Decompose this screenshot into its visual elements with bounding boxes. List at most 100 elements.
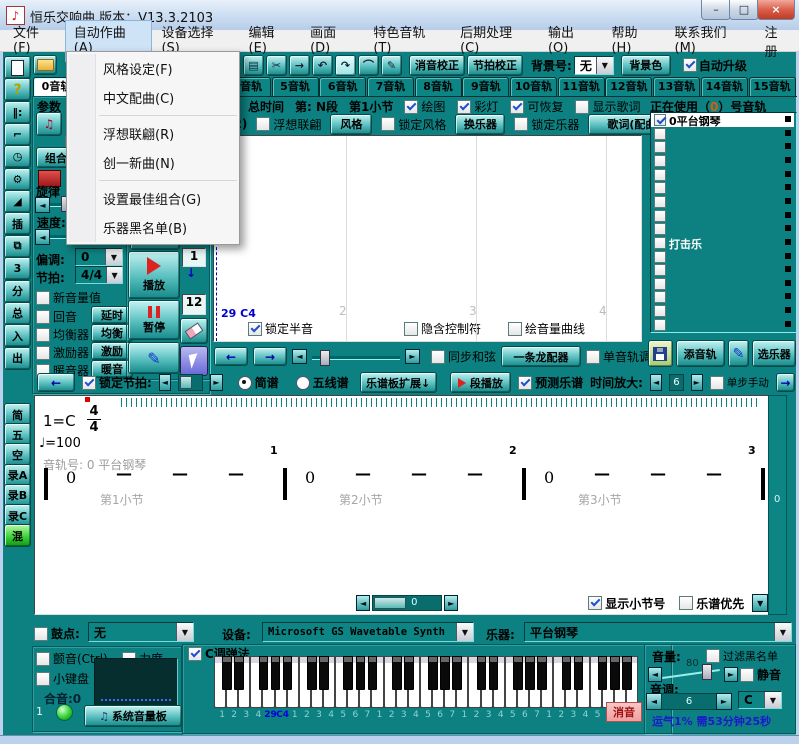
check-回音[interactable]: 回音 xyxy=(36,308,77,325)
note-grid[interactable]: 29 C4 锁定半音隐含控制符绘音量曲线 234 xyxy=(213,135,642,342)
single-step-checkbox[interactable]: 单步手动 xyxy=(710,375,769,390)
instrument-select[interactable]: 平台钢琴▼ xyxy=(524,622,792,642)
piano-black-key[interactable] xyxy=(440,656,450,690)
track-tab-10[interactable]: 10音轨 xyxy=(510,77,557,96)
corner-icon[interactable]: ⌐ xyxy=(4,123,31,146)
track-row-14[interactable] xyxy=(651,304,794,318)
chevron-down-icon[interactable]: ▼ xyxy=(596,57,613,74)
next-button[interactable]: → xyxy=(776,373,795,392)
scroll-left-button[interactable]: ← xyxy=(214,347,248,366)
cut-icon[interactable]: ✂ xyxy=(266,55,287,76)
float-fancy-checkbox[interactable]: 浮想联翩 xyxy=(256,116,321,133)
select-instrument-button[interactable]: 选乐器 xyxy=(752,340,796,367)
add-track-button[interactable]: 添音轨 xyxy=(676,340,725,367)
track-tab-7[interactable]: 7音轨 xyxy=(367,77,414,96)
redo-icon[interactable]: ↷ xyxy=(335,55,356,76)
volume-slider-thumb[interactable] xyxy=(702,664,712,680)
checkbox[interactable] xyxy=(575,100,589,114)
track-checkbox[interactable] xyxy=(654,210,666,222)
track-tab-15[interactable]: 15音轨 xyxy=(749,77,796,96)
score-priority-checkbox[interactable]: 乐谱优先 xyxy=(679,595,744,612)
piano-black-key[interactable] xyxy=(622,656,632,690)
insert-button[interactable]: 插 xyxy=(4,212,31,235)
open-folder-icon[interactable] xyxy=(33,55,57,75)
track-row-3[interactable] xyxy=(651,154,794,168)
piano-black-key[interactable] xyxy=(259,656,269,690)
sync-chord-checkbox[interactable]: 同步和弦 xyxy=(431,348,496,365)
track-checkbox[interactable] xyxy=(654,128,666,140)
pause-button[interactable]: 暂停 xyxy=(128,300,180,340)
volume-slider-right[interactable]: ► xyxy=(724,667,738,682)
chevron-down-icon[interactable]: ▼ xyxy=(176,623,193,641)
track-checkbox[interactable] xyxy=(654,278,666,290)
hslider-track[interactable] xyxy=(312,350,400,364)
segment-play-button[interactable]: 段播放 xyxy=(450,372,511,393)
playhead-marker[interactable] xyxy=(85,397,90,402)
piano-black-key[interactable] xyxy=(610,656,620,690)
track-row-0[interactable]: 0平台钢琴 xyxy=(651,113,794,127)
checkbox[interactable] xyxy=(248,322,262,336)
track-row-6[interactable] xyxy=(651,195,794,209)
hslider-thumb[interactable] xyxy=(320,350,330,366)
piano-black-key[interactable] xyxy=(428,656,438,690)
undo-icon[interactable]: ↶ xyxy=(312,55,333,76)
time-zoom-right[interactable]: ► xyxy=(691,374,703,391)
background-color-button[interactable]: 背景色 xyxy=(621,55,671,76)
checkbox[interactable] xyxy=(36,328,50,342)
select-cursor-button[interactable] xyxy=(180,346,208,376)
predict-score-checkbox[interactable]: 预测乐谱 xyxy=(518,374,583,391)
context-menu-item[interactable]: 中文配曲(C) xyxy=(67,83,239,112)
piano-black-key[interactable] xyxy=(283,656,293,690)
one-dragon-button[interactable]: 一条龙配器 xyxy=(501,346,581,367)
mute-button[interactable]: 消音 xyxy=(606,702,642,722)
volume-slider-left[interactable]: ◄ xyxy=(648,667,662,682)
track-checkbox[interactable] xyxy=(654,155,666,167)
notation-hscroll-right[interactable]: ► xyxy=(444,595,458,611)
piano-black-key[interactable] xyxy=(404,656,414,690)
track-checkbox[interactable] xyxy=(654,251,666,263)
track-checkbox[interactable] xyxy=(654,319,666,331)
clock-icon[interactable]: ◷ xyxy=(4,145,31,168)
track-checkbox[interactable] xyxy=(654,291,666,303)
save-button[interactable] xyxy=(648,340,673,367)
drum-checkbox[interactable]: 鼓点: xyxy=(34,625,80,642)
piano-black-key[interactable] xyxy=(574,656,584,690)
meter-select[interactable]: 4/4▼ xyxy=(75,266,123,284)
track-row-15[interactable] xyxy=(651,318,794,332)
piano-black-key[interactable] xyxy=(392,656,402,690)
clipboard-icon[interactable]: ▤ xyxy=(243,55,264,76)
music-note-icon[interactable]: ♫ xyxy=(36,112,62,136)
piano-black-key[interactable] xyxy=(489,656,499,690)
piano-black-key[interactable] xyxy=(307,656,317,690)
hslider-right[interactable]: ► xyxy=(405,349,420,364)
chevron-down-icon[interactable]: ▼ xyxy=(105,249,122,265)
notation-hscroll-track[interactable]: 0 xyxy=(372,595,442,611)
track-tab-14[interactable]: 14音轨 xyxy=(701,77,748,96)
lock-style-checkbox[interactable]: 锁定风格 xyxy=(381,116,446,133)
piano-black-key[interactable] xyxy=(477,656,487,690)
hslider-left[interactable]: ◄ xyxy=(292,349,307,364)
chevron-down-icon[interactable]: ▼ xyxy=(456,623,473,641)
piano-black-key[interactable] xyxy=(525,656,535,690)
track-checkbox[interactable] xyxy=(654,196,666,208)
empty-button[interactable]: 空 xyxy=(4,443,31,466)
total-button[interactable]: 总 xyxy=(4,302,31,325)
octave-spin-3[interactable]: 12 xyxy=(182,294,206,315)
checkbox[interactable] xyxy=(404,322,418,336)
staff-radio[interactable]: 五线谱 xyxy=(296,374,349,391)
checkbox[interactable] xyxy=(36,346,50,360)
score-expand-button[interactable]: 乐谱板扩展↓ xyxy=(360,372,437,393)
track-checkbox[interactable] xyxy=(654,169,666,181)
track-row-7[interactable] xyxy=(651,209,794,223)
context-menu-item[interactable]: 设置最佳组合(G) xyxy=(67,184,239,213)
piano-black-key[interactable] xyxy=(222,656,232,690)
curve-icon[interactable]: ⌒ xyxy=(358,55,379,76)
small-keyboard-checkbox[interactable]: 小键盘 xyxy=(36,670,89,687)
track-tab-5[interactable]: 5音轨 xyxy=(272,77,319,96)
new-volume-checkbox[interactable]: 新音量值 xyxy=(36,289,101,306)
detune-select[interactable]: 0▼ xyxy=(75,248,123,266)
track-checkbox[interactable] xyxy=(654,264,666,276)
scroll-right-button[interactable]: → xyxy=(253,347,287,366)
prev-button[interactable]: ← xyxy=(37,373,75,392)
notation-hscroll-left[interactable]: ◄ xyxy=(356,595,370,611)
